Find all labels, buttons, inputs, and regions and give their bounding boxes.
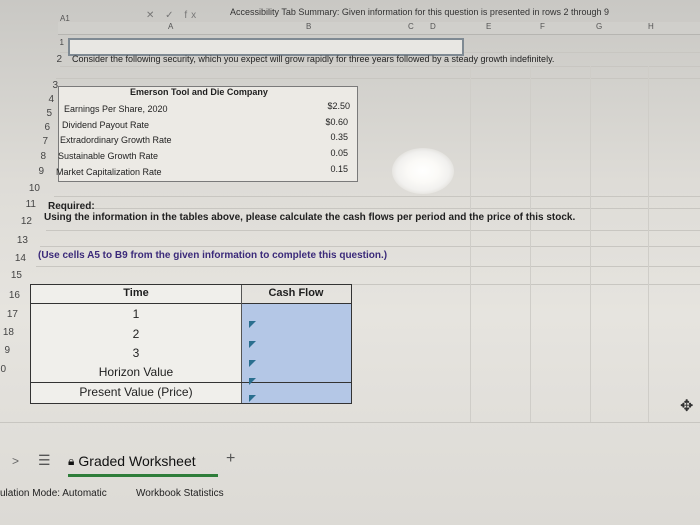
row-number[interactable]: 1 — [38, 38, 64, 47]
company-table-title: Emerson Tool and Die Company — [130, 87, 268, 97]
light-glare — [392, 148, 454, 194]
note-text: (Use cells A5 to B9 from the given infor… — [38, 250, 388, 261]
input-cell-marker[interactable] — [249, 378, 256, 385]
table-row-value[interactable]: 0.05 — [288, 148, 348, 158]
time-cell[interactable]: 1 — [31, 307, 241, 321]
column-header-h[interactable]: H — [648, 22, 654, 31]
cursor-plus-icon: ✥ — [680, 398, 694, 415]
row-number[interactable]: 6 — [24, 122, 50, 133]
lock-icon: 🔒︎ — [68, 453, 75, 468]
sheet-list-menu-icon[interactable]: ☰ — [38, 452, 51, 469]
required-label: Required: — [48, 201, 95, 212]
add-sheet-button[interactable]: + — [226, 450, 235, 468]
column-header-b[interactable]: B — [306, 22, 311, 31]
spreadsheet: A 1 ✕ ✓ fx Accessibility Tab Summary: Giv… — [0, 0, 700, 525]
table-row-value[interactable]: $2.50 — [290, 101, 350, 111]
calculation-mode[interactable]: ulation Mode: Automatic — [0, 488, 107, 499]
input-cell-marker[interactable] — [249, 321, 256, 328]
cash-flow-table: Time Cash Flow 1 2 3 Horizon Value Prese… — [30, 284, 352, 404]
table-row-label[interactable]: Market Capitalization Rate — [56, 167, 162, 177]
cash-flow-header: Cash Flow — [268, 287, 324, 299]
table-row-value[interactable]: 0.35 — [288, 132, 348, 142]
column-header-c[interactable]: C — [408, 22, 414, 31]
row-number[interactable]: 14 — [0, 253, 26, 264]
row-number[interactable]: 10 — [14, 183, 40, 194]
column-header-a[interactable]: A — [168, 22, 173, 31]
row-number[interactable]: 0 — [0, 364, 6, 375]
row-number[interactable]: 17 — [0, 309, 18, 320]
row-number[interactable]: 16 — [0, 290, 20, 301]
row-number[interactable]: 9 — [18, 166, 44, 177]
row-number[interactable]: 8 — [20, 151, 46, 162]
row-number[interactable]: 2 — [36, 54, 62, 65]
table-row-value[interactable]: 0.15 — [288, 164, 348, 174]
row-number[interactable]: 7 — [22, 136, 48, 147]
table-row-label[interactable]: Extradordinary Growth Rate — [60, 135, 172, 145]
input-cell-marker[interactable] — [249, 360, 256, 367]
status-bar: ulation Mode: Automatic Workbook Statist… — [0, 486, 700, 502]
row-number[interactable]: 4 — [28, 94, 54, 105]
column-header-g[interactable]: G — [596, 22, 602, 31]
active-tab-indicator — [68, 474, 218, 477]
workbook-statistics-button[interactable]: Workbook Statistics — [136, 488, 224, 499]
question-prompt: Consider the following security, which y… — [72, 54, 555, 64]
time-cell[interactable]: 2 — [31, 327, 241, 341]
row-number[interactable]: 18 — [0, 327, 14, 338]
row-number[interactable]: 15 — [0, 270, 22, 281]
table-row-label[interactable]: Earnings Per Share, 2020 — [64, 104, 168, 114]
table-row-label[interactable]: Dividend Payout Rate — [62, 120, 149, 130]
column-header-e[interactable]: E — [486, 22, 491, 31]
tab-scroll-arrow-icon[interactable]: > — [12, 454, 19, 468]
sheet-tab-graded-worksheet[interactable]: 🔒︎ Graded Worksheet — [68, 450, 196, 472]
column-headers: A B C D E F G H — [58, 22, 700, 35]
formula-bar-content[interactable]: Accessibility Tab Summary: Given informa… — [230, 7, 609, 17]
cash-flow-input-area — [241, 303, 351, 403]
input-cell-marker[interactable] — [249, 395, 256, 402]
column-header-f[interactable]: F — [540, 22, 545, 31]
table-row-value[interactable]: $0.60 — [288, 117, 348, 127]
row-number[interactable]: 3 — [32, 80, 58, 91]
row-number[interactable]: 11 — [10, 199, 36, 210]
instruction-text: Using the information in the tables abov… — [44, 212, 576, 223]
input-cell-marker[interactable] — [249, 341, 256, 348]
sheet-tab-label: Graded Worksheet — [78, 453, 196, 469]
table-row-label[interactable]: Sustainable Growth Rate — [58, 151, 158, 161]
row-number[interactable]: 9 — [0, 345, 10, 356]
row-number[interactable]: 12 — [6, 216, 32, 227]
row-number[interactable]: 5 — [26, 108, 52, 119]
time-cell[interactable]: 3 — [31, 346, 241, 360]
column-header-d[interactable]: D — [430, 22, 436, 31]
present-value-label[interactable]: Present Value (Price) — [31, 385, 241, 399]
row-number[interactable]: 13 — [2, 235, 28, 246]
horizon-value-label[interactable]: Horizon Value — [31, 365, 241, 379]
time-header: Time — [123, 287, 149, 299]
formula-controls[interactable]: ✕ ✓ fx — [146, 10, 200, 21]
sheet-tab-bar: > ☰ 🔒︎ Graded Worksheet + — [0, 444, 700, 478]
